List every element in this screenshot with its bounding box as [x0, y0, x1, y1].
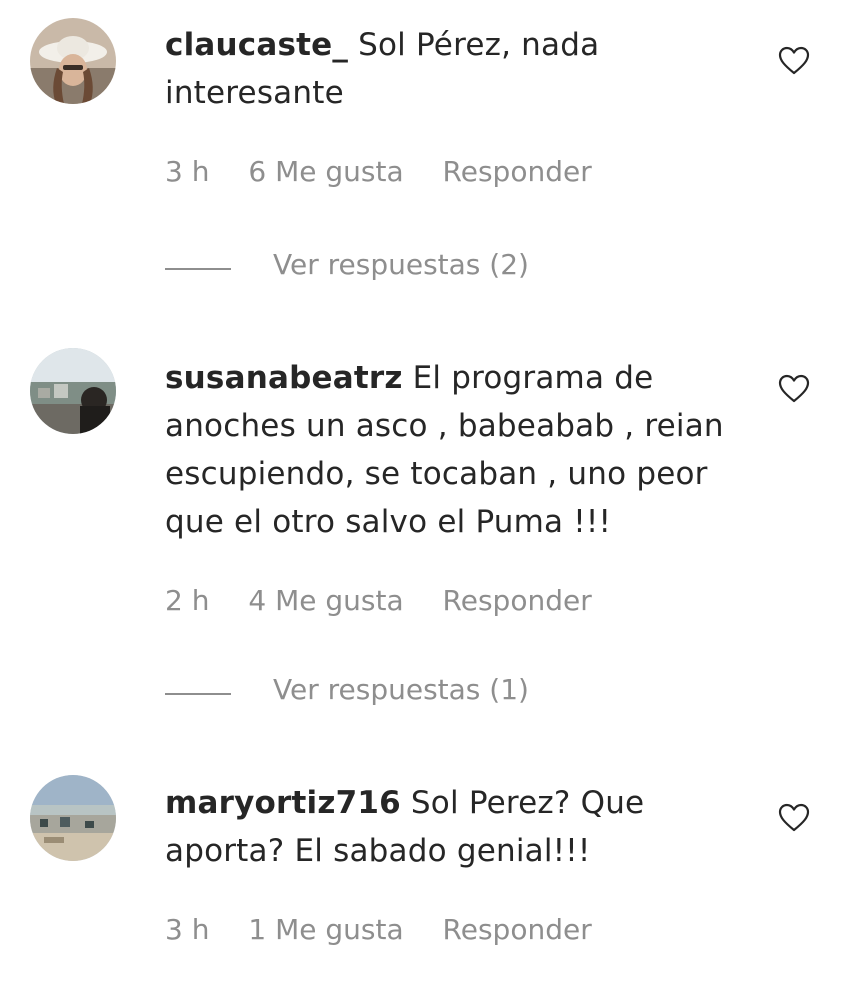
comment-meta: 3 h 1 Me gusta Responder	[165, 913, 622, 946]
heart-outline-icon[interactable]	[778, 46, 810, 76]
comment-time[interactable]: 3 h	[165, 913, 209, 946]
comment-username[interactable]: susanabeatrz	[165, 360, 403, 396]
heart-outline-icon[interactable]	[778, 803, 810, 833]
comment-text-block: claucaste_ Sol Pérez, nada interesante	[165, 21, 765, 117]
comment-likes[interactable]: 4 Me gusta	[248, 584, 403, 617]
view-replies-label: Ver respuestas (1)	[273, 673, 529, 706]
comment-text-block: maryortiz716 Sol Perez? Que aporta? El sa…	[165, 779, 765, 875]
comment-meta: 3 h 6 Me gusta Responder	[165, 155, 622, 188]
comment-likes[interactable]: 1 Me gusta	[248, 913, 403, 946]
heart-outline-icon[interactable]	[778, 374, 810, 404]
comment-time[interactable]: 2 h	[165, 584, 209, 617]
view-replies-label: Ver respuestas (2)	[273, 248, 529, 281]
comment-username[interactable]: maryortiz716	[165, 785, 401, 821]
divider	[165, 693, 231, 695]
comment-meta: 2 h 4 Me gusta Responder	[165, 584, 622, 617]
avatar[interactable]	[30, 18, 116, 104]
comment-username[interactable]: claucaste_	[165, 27, 348, 63]
reply-button[interactable]: Responder	[443, 155, 592, 188]
comment-time[interactable]: 3 h	[165, 155, 209, 188]
divider	[165, 268, 231, 270]
avatar[interactable]	[30, 775, 116, 861]
comment-likes[interactable]: 6 Me gusta	[248, 155, 403, 188]
reply-button[interactable]: Responder	[443, 913, 592, 946]
avatar[interactable]	[30, 348, 116, 434]
comment-text-block: susanabeatrz El programa de anoches un as…	[165, 354, 765, 546]
reply-button[interactable]: Responder	[443, 584, 592, 617]
